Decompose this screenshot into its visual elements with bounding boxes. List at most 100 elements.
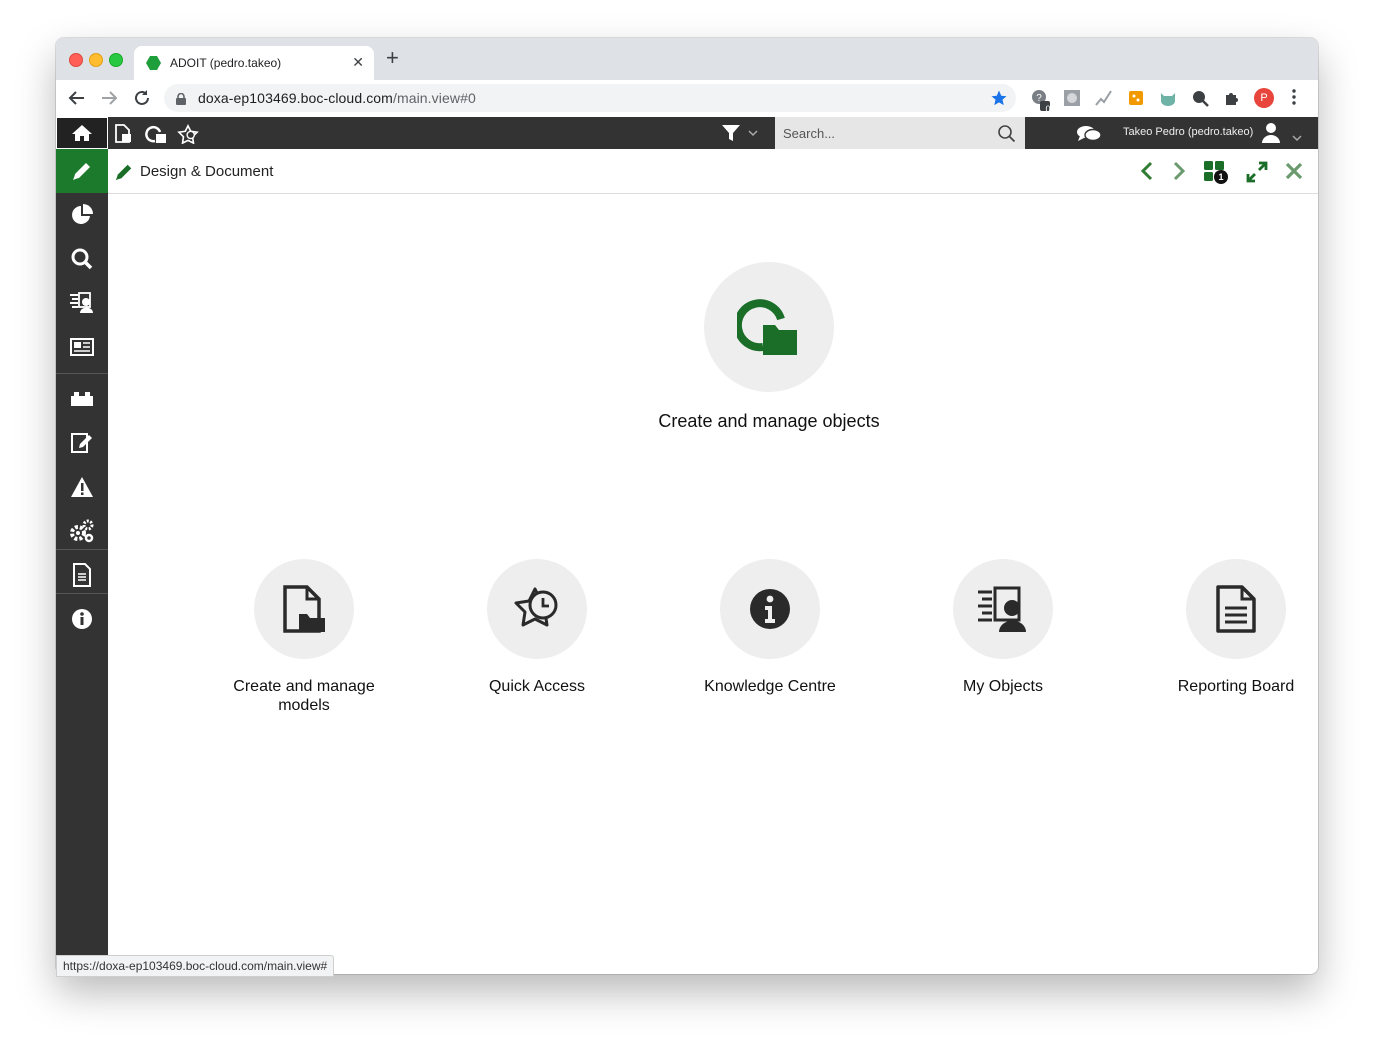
tab-title: ADOIT (pedro.takeo) (170, 56, 282, 70)
pencil-icon (114, 162, 134, 187)
sidebar-item-warnings[interactable] (56, 465, 108, 509)
user-list-icon (978, 586, 1026, 632)
tile-icon-circle (487, 559, 587, 659)
object-folder-icon (737, 299, 797, 355)
user-avatar-icon[interactable] (1262, 123, 1280, 148)
browser-tab[interactable]: ADOIT (pedro.takeo) ✕ (134, 46, 374, 80)
extension-camera-icon[interactable] (1063, 89, 1081, 112)
close-window-button[interactable] (69, 53, 83, 67)
extension-pulse-icon[interactable] (1095, 89, 1113, 112)
tab-strip: ADOIT (pedro.takeo) ✕ + (56, 38, 1318, 80)
sidebar-item-info[interactable] (56, 597, 108, 641)
forward-arrow-icon[interactable] (100, 89, 118, 112)
sidebar-item-reports[interactable] (56, 553, 108, 597)
url-host: doxa-ep103469.boc-cloud.com (198, 90, 393, 106)
chevron-left-icon[interactable] (1140, 161, 1154, 186)
chevron-down-icon[interactable] (1292, 129, 1302, 147)
tile-label: Quick Access (488, 678, 586, 695)
chat-icon[interactable] (1076, 125, 1102, 148)
info-icon (72, 609, 92, 629)
extension-box-icon[interactable] (1127, 89, 1145, 112)
tile-icon-circle (720, 559, 820, 659)
tile-my-objects[interactable]: My Objects (923, 559, 1083, 696)
tile-icon-circle (1186, 559, 1286, 659)
url-path: /main.view#0 (392, 90, 476, 106)
tile-quick-access[interactable]: Quick Access (457, 559, 617, 696)
info-icon (750, 589, 790, 629)
browser-toolbar: doxa-ep103469.boc-cloud.com/main.view#0 … (56, 80, 1318, 118)
url-text: doxa-ep103469.boc-cloud.com/main.view#0 (198, 90, 476, 106)
blocks-icon (71, 392, 93, 406)
extensions-puzzle-icon[interactable] (1223, 89, 1241, 112)
quick-access-shortcut-icon[interactable] (177, 123, 199, 149)
app-header: Takeo Pedro (pedro.takeo) (56, 117, 1318, 149)
sidebar-divider (56, 593, 108, 594)
tab-close-icon[interactable]: ✕ (352, 54, 364, 71)
page-title: Design & Document (140, 163, 274, 180)
tile-label: Create and manage objects (658, 411, 880, 431)
sidebar-item-settings[interactable] (56, 509, 108, 553)
report-document-icon (1216, 585, 1256, 633)
user-list-icon (70, 292, 93, 313)
maximize-window-button[interactable] (109, 53, 123, 67)
profile-avatar[interactable]: P (1254, 88, 1274, 108)
user-name[interactable]: Takeo Pedro (pedro.takeo) (1123, 126, 1253, 138)
app-search-input[interactable] (775, 117, 1006, 149)
browser-window: ADOIT (pedro.takeo) ✕ + doxa-ep103469.bo… (56, 38, 1318, 974)
sidebar-item-news[interactable] (56, 325, 108, 369)
expand-icon[interactable] (1246, 161, 1268, 188)
bookmark-star-icon[interactable] (990, 89, 1008, 112)
tile-label: Knowledge Centre (704, 678, 836, 695)
extension-badge: 0 (1045, 104, 1051, 114)
breadcrumb: Design & Document 1 (108, 149, 1318, 194)
lock-icon (176, 92, 186, 110)
status-bar-url: https://doxa-ep103469.boc-cloud.com/main… (56, 955, 335, 977)
new-tab-button[interactable]: + (386, 47, 399, 69)
sidebar-item-search[interactable] (56, 237, 108, 281)
sidebar-item-analytics[interactable] (56, 193, 108, 237)
minimize-window-button[interactable] (89, 53, 103, 67)
tile-create-manage-objects[interactable]: Create and manage objects (609, 262, 929, 431)
search-icon[interactable] (998, 125, 1016, 147)
tile-reporting-board[interactable]: Reporting Board (1156, 559, 1316, 696)
widget-count-badge: 1 (1214, 170, 1228, 184)
tile-knowledge-centre[interactable]: Knowledge Centre (690, 559, 850, 696)
address-bar[interactable]: doxa-ep103469.boc-cloud.com/main.view#0 (164, 84, 1016, 112)
extension-magnifier-icon[interactable] (1191, 89, 1209, 112)
sidebar-item-my-objects[interactable] (56, 281, 108, 325)
reload-icon[interactable] (133, 89, 151, 112)
search-icon (71, 248, 93, 270)
objects-shortcut-icon[interactable] (145, 124, 167, 149)
tile-label: Create and manage models (233, 678, 375, 714)
sidebar-item-edit-document[interactable] (56, 421, 108, 465)
model-document-icon (283, 585, 325, 633)
tile-label: My Objects (962, 678, 1043, 695)
pencil-icon (73, 163, 90, 180)
chevron-right-icon[interactable] (1172, 161, 1186, 186)
models-shortcut-icon[interactable] (114, 124, 134, 149)
document-icon (73, 563, 91, 587)
browser-menu-icon[interactable] (1292, 89, 1296, 110)
star-clock-icon (514, 587, 558, 627)
app-search-box (775, 117, 1025, 149)
home-button[interactable] (56, 117, 108, 149)
edit-document-icon (71, 433, 92, 453)
main-content: Design & Document 1 Create and manage ob… (108, 149, 1318, 974)
sidebar-divider (56, 549, 108, 550)
tile-icon-circle (254, 559, 354, 659)
pie-chart-icon (72, 204, 93, 224)
warning-icon (71, 477, 93, 497)
adoit-favicon-icon (146, 56, 161, 75)
tile-label: Reporting Board (1177, 678, 1295, 695)
tile-icon-circle (953, 559, 1053, 659)
sidebar-item-design-document[interactable] (56, 149, 108, 193)
filter-icon[interactable] (722, 125, 758, 146)
close-icon[interactable] (1284, 161, 1304, 186)
extension-cat-icon[interactable] (1159, 89, 1177, 112)
sidebar-item-components[interactable] (56, 377, 108, 421)
tile-create-manage-models[interactable]: Create and manage models (224, 559, 384, 715)
newspaper-icon (70, 338, 94, 356)
sidebar-divider (56, 373, 108, 374)
back-arrow-icon[interactable] (68, 89, 86, 112)
home-icon (72, 125, 92, 141)
